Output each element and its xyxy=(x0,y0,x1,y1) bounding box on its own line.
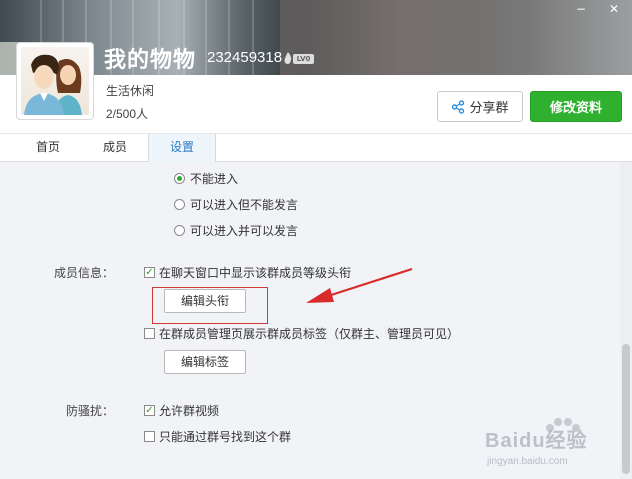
group-category: 生活休闲 xyxy=(106,84,155,98)
group-header: − ✕ 我的物物 232459318 LV0 生活休闲 2/500人 分享群 修… xyxy=(0,0,632,133)
tab-bar: 首页 成员 设置 xyxy=(0,133,632,162)
edit-tag-button[interactable]: 编辑标签 xyxy=(164,350,246,374)
watermark-url: jingyan.baidu.com xyxy=(487,456,568,467)
group-id: 232459318 xyxy=(207,49,283,66)
member-count: 2/500人 xyxy=(106,107,149,121)
join-option-label: 不能进入 xyxy=(190,171,239,186)
share-group-label: 分享群 xyxy=(469,101,509,116)
show-tag-label: 在群成员管理页展示群成员标签（仅群主、管理员可见） xyxy=(159,326,460,341)
checkbox-checked[interactable]: ✓ xyxy=(144,404,155,416)
checkbox-unchecked[interactable] xyxy=(144,327,155,339)
group-avatar[interactable] xyxy=(16,42,94,120)
find-by-number-option[interactable]: 只能通过群号找到这个群 xyxy=(144,428,291,444)
tab-members[interactable]: 成员 xyxy=(82,134,148,162)
anti-harass-label: 防骚扰： xyxy=(66,404,115,418)
annotation-arrow-icon xyxy=(306,267,413,303)
level-badge: LV0 xyxy=(293,54,314,64)
member-info-label: 成员信息： xyxy=(54,266,115,280)
banner-image xyxy=(0,0,632,75)
group-name: 我的物物 xyxy=(104,48,197,73)
share-group-button[interactable]: 分享群 xyxy=(437,91,523,122)
scrollbar-thumb[interactable] xyxy=(622,344,630,474)
minimize-button[interactable]: − xyxy=(570,2,592,16)
edit-profile-button[interactable]: 修改资料 xyxy=(530,91,622,122)
radio-button[interactable] xyxy=(174,198,185,210)
allow-video-label: 允许群视频 xyxy=(159,403,220,418)
flame-icon xyxy=(284,52,292,64)
checkbox-unchecked[interactable] xyxy=(144,430,155,442)
join-option-enter-no-speak[interactable]: 可以进入但不能发言 xyxy=(174,196,298,212)
checkbox-checked[interactable]: ✓ xyxy=(144,266,155,278)
join-option-label: 可以进入但不能发言 xyxy=(190,197,299,212)
tab-home[interactable]: 首页 xyxy=(16,134,80,162)
tab-settings[interactable]: 设置 xyxy=(148,134,216,162)
share-icon xyxy=(452,99,465,114)
radio-button[interactable] xyxy=(174,172,185,184)
couple-avatar-icon xyxy=(24,54,82,115)
join-option-no-entry[interactable]: 不能进入 xyxy=(174,170,238,186)
close-button[interactable]: ✕ xyxy=(603,2,625,16)
radio-button[interactable] xyxy=(174,224,185,236)
find-by-number-label: 只能通过群号找到这个群 xyxy=(159,429,292,444)
show-tag-option[interactable]: 在群成员管理页展示群成员标签（仅群主、管理员可见） xyxy=(144,325,459,341)
annotation-highlight-box xyxy=(152,287,268,324)
join-option-label: 可以进入并可以发言 xyxy=(190,223,299,238)
allow-video-option[interactable]: ✓ 允许群视频 xyxy=(144,402,219,418)
watermark-text: Baidu经验 xyxy=(485,430,588,452)
join-option-enter-and-speak[interactable]: 可以进入并可以发言 xyxy=(174,222,298,238)
